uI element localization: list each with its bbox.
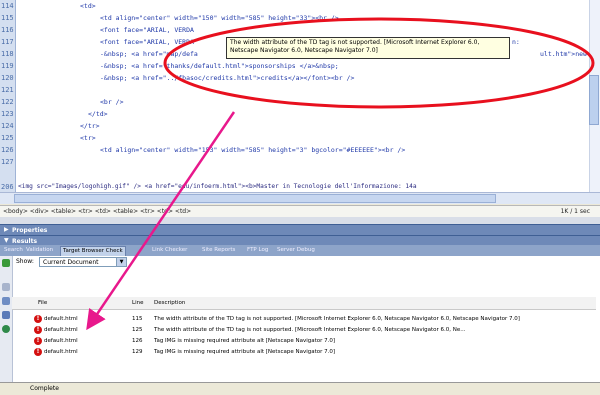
tab-validation[interactable]: Validation [24, 246, 55, 255]
line-number: 119 [1, 62, 14, 70]
error-icon: ! [34, 348, 42, 356]
show-label: Show: [16, 258, 34, 265]
doc-size: 1K / 1 sec [560, 208, 590, 215]
result-file: default.html [44, 349, 78, 355]
tab-site-reports[interactable]: Site Reports [200, 246, 237, 255]
result-desc: The width attribute of the TD tag is not… [154, 316, 520, 322]
show-select-value: Current Document [43, 259, 99, 266]
line-number: 116 [1, 26, 14, 34]
line-number: 120 [1, 74, 14, 82]
column-file[interactable]: File [38, 300, 47, 306]
code-line: <tr> [80, 134, 96, 142]
code-line: -&nbsp; <a href="../fbasoc/credits.html"… [100, 74, 355, 82]
line-number: 123 [1, 110, 14, 118]
tab-ftp-log[interactable]: FTP Log [245, 246, 270, 255]
line-number: 114 [1, 2, 14, 10]
browse-report-icon[interactable] [2, 325, 10, 333]
code-editor[interactable]: 114 115 116 117 118 119 120 121 122 123 … [0, 0, 600, 192]
show-select[interactable]: Current Document ▼ [39, 257, 127, 267]
results-column-header: File Line Description [12, 297, 596, 310]
code-line: <td> [80, 2, 96, 10]
stop-icon[interactable] [2, 283, 10, 291]
code-line: <td align="center" width="153" width="58… [100, 146, 406, 154]
properties-panel-header[interactable]: ▶ Properties [0, 224, 600, 235]
code-line: -&nbsp; <a href="thanks/default.html">sp… [100, 62, 339, 70]
line-number: 206 [1, 183, 14, 191]
tooltip: The width attribute of the TD tag is not… [226, 37, 510, 59]
tab-link-checker[interactable]: Link Checker [150, 246, 189, 255]
result-file: default.html [44, 338, 78, 344]
collapse-arrow-icon: ▼ [4, 237, 9, 244]
code-line: </td> [88, 110, 108, 118]
code-line: </tr> [80, 122, 100, 130]
result-file: default.html [44, 316, 78, 322]
line-number: 122 [1, 98, 14, 106]
code-fragment: n: [512, 38, 520, 46]
error-icon: ! [34, 337, 42, 345]
save-report-icon[interactable] [2, 311, 10, 319]
result-line: 129 [132, 349, 143, 355]
expand-arrow-icon: ▶ [4, 226, 9, 233]
code-line-206: <img src="Images/logohigh.gif" /> <a hre… [18, 183, 417, 190]
chevron-down-icon[interactable]: ▼ [116, 258, 126, 266]
result-row[interactable]: ! default.html 125 The width attribute o… [12, 325, 596, 336]
result-row[interactable]: ! default.html 126 Tag IMG is missing re… [12, 336, 596, 347]
column-description[interactable]: Description [154, 300, 185, 306]
status-text: Complete [30, 385, 59, 392]
line-number: 125 [1, 134, 14, 142]
result-desc: The width attribute of the TD tag is not… [154, 327, 466, 333]
run-check-icon[interactable] [2, 259, 10, 267]
line-number: 117 [1, 38, 14, 46]
tag-selector-bar: <body> <div> <table> <tr> <td> <table> <… [0, 205, 600, 217]
scroll-thumb[interactable] [589, 75, 599, 125]
result-line: 126 [132, 338, 143, 344]
panel-divider[interactable] [0, 217, 600, 224]
panel-title: Properties [12, 227, 48, 234]
horizontal-scroll-thumb[interactable] [14, 194, 496, 203]
tab-target-browser-check[interactable]: Target Browser Check [60, 246, 126, 256]
error-icon: ! [34, 326, 42, 334]
result-row[interactable]: ! default.html 129 Tag IMG is missing re… [12, 347, 596, 358]
line-number: 118 [1, 50, 14, 58]
code-line: <font face="ARIAL, VERDA [100, 38, 194, 46]
line-number-gutter: 114 115 116 117 118 119 120 121 122 123 … [0, 0, 16, 192]
code-line: <td align="center" width="150" width="58… [100, 14, 339, 22]
result-desc: Tag IMG is missing required attribute al… [154, 338, 336, 344]
tag-breadcrumb[interactable]: <body> <div> <table> <tr> <td> <table> <… [3, 208, 191, 215]
result-line: 125 [132, 327, 143, 333]
result-line: 115 [132, 316, 143, 322]
code-line: <font face="ARIAL, VERDA [100, 26, 194, 34]
result-row[interactable]: ! default.html 115 The width attribute o… [12, 314, 596, 325]
line-number: 124 [1, 122, 14, 130]
tab-search[interactable]: Search [2, 246, 25, 255]
line-number: 126 [1, 146, 14, 154]
code-line: <br /> [100, 98, 124, 106]
results-tabs: Search Validation Target Browser Check L… [0, 245, 600, 256]
tab-server-debug[interactable]: Server Debug [275, 246, 317, 255]
line-number: 121 [1, 86, 14, 94]
result-desc: Tag IMG is missing required attribute al… [154, 349, 336, 355]
results-panel: Show: Current Document ▼ File Line Descr… [0, 256, 600, 382]
code-fragment: ult.htm">new [540, 50, 587, 58]
line-number: 115 [1, 14, 14, 22]
error-icon: ! [34, 315, 42, 323]
panel-title: Results [12, 238, 38, 245]
vertical-scrollbar[interactable] [589, 0, 600, 192]
line-number: 127 [1, 158, 14, 166]
status-bar: Complete [0, 382, 600, 395]
column-line[interactable]: Line [132, 300, 143, 306]
code-line: -&nbsp; <a href="map/defa [100, 50, 198, 58]
result-file: default.html [44, 327, 78, 333]
more-info-icon[interactable] [2, 297, 10, 305]
